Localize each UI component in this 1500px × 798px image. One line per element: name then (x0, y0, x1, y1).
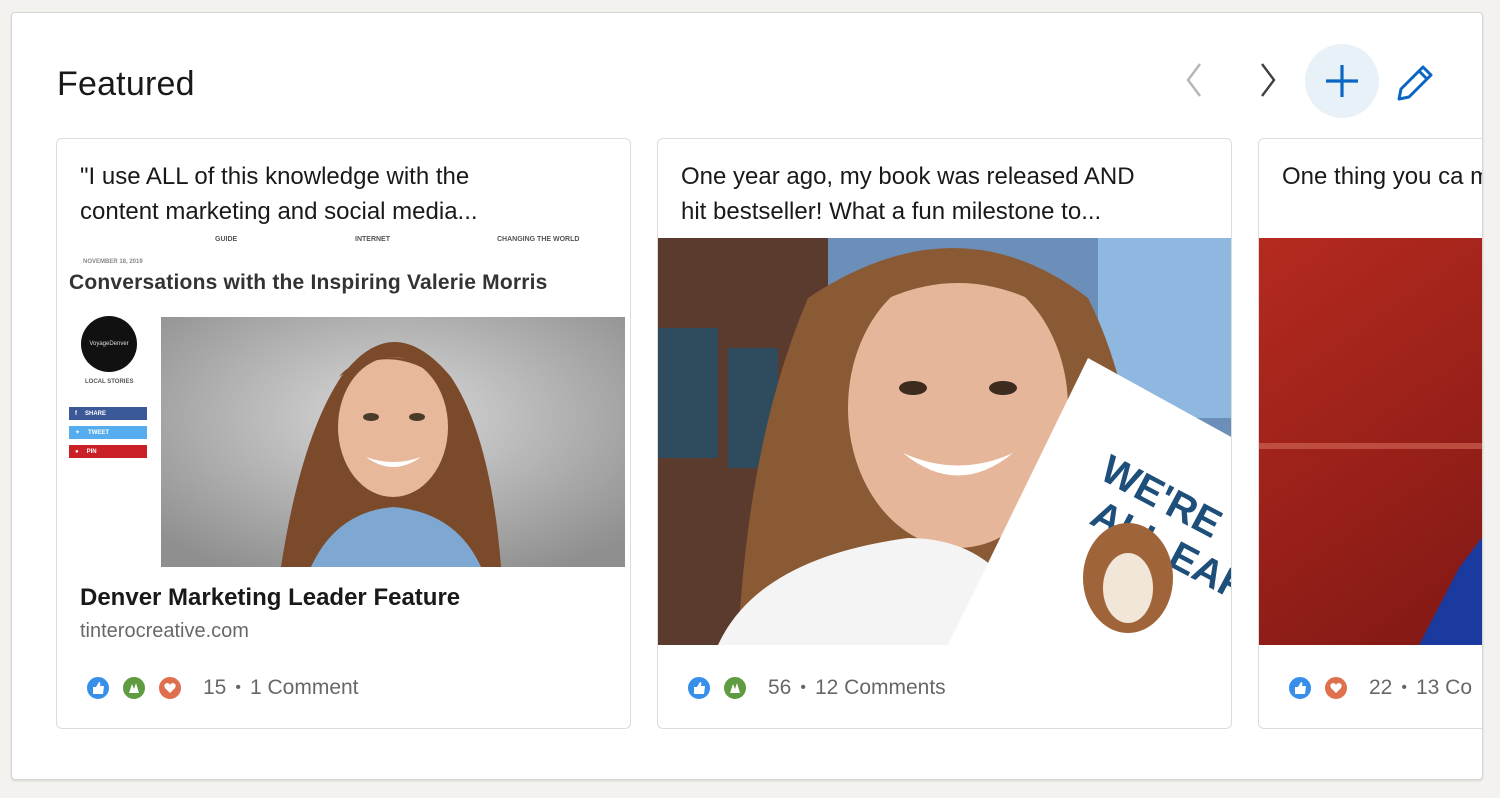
plus-icon (1326, 65, 1358, 97)
pencil-icon (1397, 65, 1433, 101)
celebrate-reaction-icon (121, 675, 147, 701)
share-label: PIN (86, 448, 97, 455)
voyage-denver-logo: VoyageDenver (81, 316, 137, 372)
celebrate-reaction-icon (722, 675, 748, 701)
portrait-photo (161, 317, 625, 567)
separator: • (1401, 679, 1407, 696)
article-headline: Conversations with the Inspiring Valerie… (69, 271, 548, 294)
twitter-icon: ✦ (75, 430, 81, 436)
pinterest-share-button: ● PIN (69, 445, 147, 458)
card-text: One thing you ca media is change. (1282, 163, 1482, 190)
social-counts[interactable]: 15 • 1 Comment (85, 673, 359, 703)
article-preview[interactable]: GUIDE INTERNET CHANGING THE WORLD NOVEMB… (57, 236, 630, 570)
reaction-count[interactable]: 15 (203, 676, 226, 700)
reaction-count[interactable]: 22 (1369, 676, 1392, 700)
social-counts[interactable]: 56 • 12 Comments (686, 673, 946, 703)
reaction-count[interactable]: 56 (768, 676, 791, 700)
chevron-left-icon (1186, 63, 1201, 97)
facebook-share-button: f SHARE (69, 407, 147, 420)
share-label: SHARE (85, 410, 107, 417)
card-text: One year ago, my book was released AND h… (681, 163, 1135, 225)
separator: • (800, 679, 806, 696)
carousel-next-button[interactable] (1246, 58, 1290, 102)
pinterest-icon: ● (75, 448, 79, 455)
card-text: "I use ALL of this knowledge with the co… (80, 163, 478, 225)
carousel-prev-button[interactable] (1172, 58, 1216, 102)
section-title: Featured (57, 65, 195, 103)
article-date: NOVEMBER 18, 2019 (83, 259, 143, 265)
reactions (1287, 675, 1359, 701)
post-photo[interactable]: WE'RE ALL EARS (658, 238, 1231, 645)
article-nav-item: CHANGING THE WORLD (497, 236, 580, 243)
card-domain: tinterocreative.com (80, 620, 249, 642)
featured-section: Featured "I use ALL of this knowledge wi… (11, 12, 1483, 780)
comment-count[interactable]: 13 Co (1416, 676, 1472, 700)
article-nav-item: GUIDE (215, 236, 238, 243)
edit-featured-button[interactable] (1390, 58, 1440, 108)
featured-card[interactable]: One year ago, my book was released AND h… (657, 138, 1232, 729)
featured-card[interactable]: One thing you ca media is change. (1258, 138, 1482, 729)
comment-count[interactable]: 1 Comment (250, 676, 359, 700)
like-reaction-icon (85, 675, 111, 701)
like-reaction-icon (1287, 675, 1313, 701)
twitter-share-button: ✦ TWEET (69, 426, 147, 439)
chevron-right-icon (1261, 63, 1276, 97)
card-title[interactable]: Denver Marketing Leader Feature (80, 584, 460, 612)
reactions (686, 675, 758, 701)
love-reaction-icon (157, 675, 183, 701)
share-label: TWEET (88, 429, 110, 436)
like-reaction-icon (686, 675, 712, 701)
social-counts[interactable]: 22 • 13 Co (1287, 673, 1472, 703)
featured-card[interactable]: "I use ALL of this knowledge with the co… (56, 138, 631, 729)
separator: • (235, 679, 241, 696)
comment-count[interactable]: 12 Comments (815, 676, 946, 700)
love-reaction-icon (1323, 675, 1349, 701)
post-photo[interactable] (1259, 238, 1482, 645)
add-featured-button[interactable] (1305, 44, 1379, 118)
reactions (85, 675, 193, 701)
featured-carousel: "I use ALL of this knowledge with the co… (56, 138, 1482, 730)
logo-caption: LOCAL STORIES (85, 379, 134, 385)
article-nav-item: INTERNET (355, 236, 390, 243)
facebook-icon: f (75, 410, 77, 417)
